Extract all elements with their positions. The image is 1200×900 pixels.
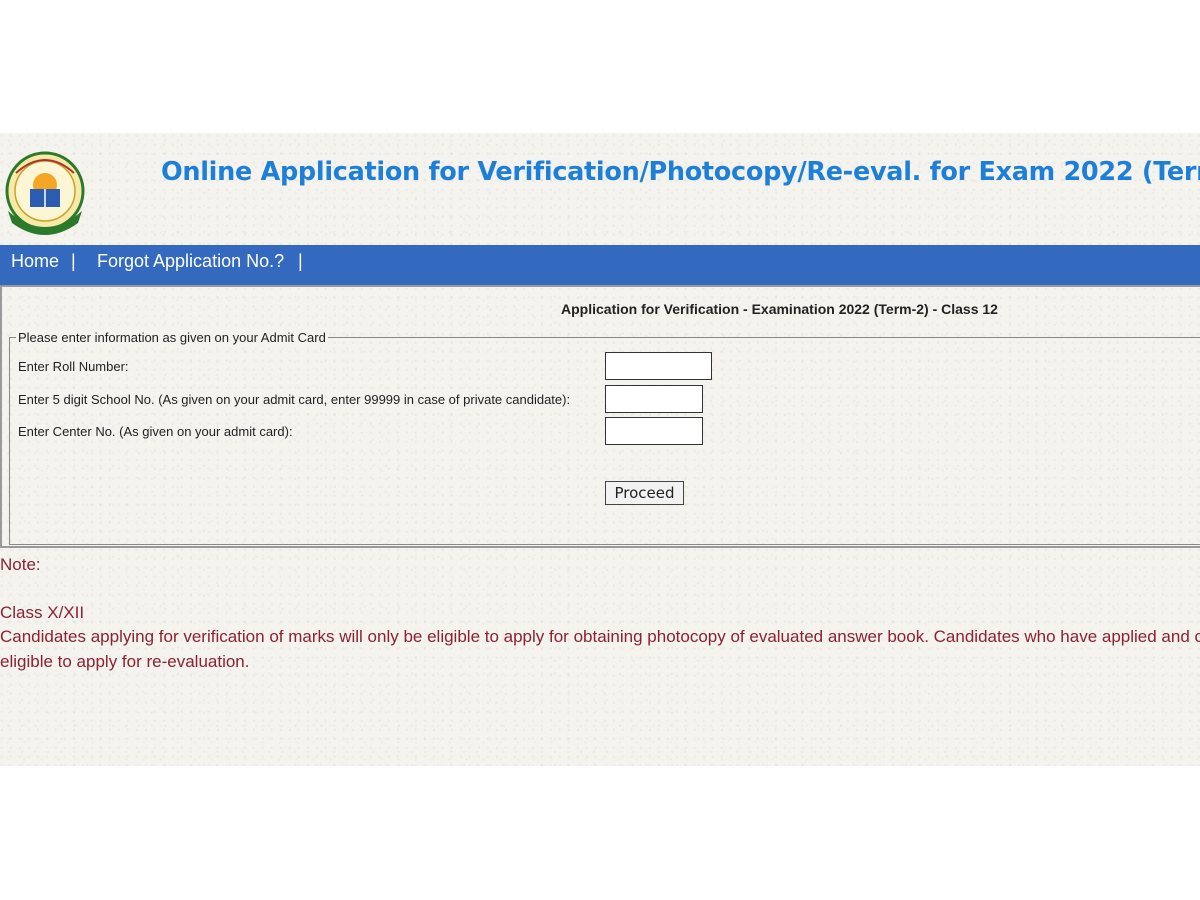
form-title: Application for Verification - Examinati… [561, 301, 998, 317]
nav-separator: | [71, 251, 76, 271]
center-number-input[interactable] [605, 417, 703, 445]
note-line-2: eligible to apply for re-evaluation. [0, 652, 250, 671]
note-class-label: Class X/XII [0, 603, 85, 622]
proceed-button[interactable]: Proceed [605, 481, 684, 505]
note-line-1: Candidates applying for verification of … [0, 627, 1200, 646]
roll-number-input[interactable] [605, 352, 712, 380]
cbse-emblem-icon [5, 151, 85, 235]
nav-forgot-application-link[interactable]: Forgot Application No.? [97, 251, 284, 272]
nav-separator: | [298, 251, 303, 271]
school-number-input[interactable] [605, 385, 703, 413]
note-heading: Note: [0, 555, 41, 574]
roll-number-label: Enter Roll Number: [18, 359, 129, 374]
nav-home-link[interactable]: Home [11, 251, 59, 272]
page-screenshot: Online Application for Verification/Phot… [0, 133, 1200, 766]
fieldset-legend: Please enter information as given on you… [16, 330, 328, 345]
top-nav-bar: Home | Forgot Application No.? | [0, 245, 1200, 285]
school-number-label: Enter 5 digit School No. (As given on yo… [18, 392, 571, 407]
page-title: Online Application for Verification/Phot… [161, 157, 1200, 187]
site-header: Online Application for Verification/Phot… [0, 133, 1200, 245]
center-number-label: Enter Center No. (As given on your admit… [18, 424, 293, 439]
